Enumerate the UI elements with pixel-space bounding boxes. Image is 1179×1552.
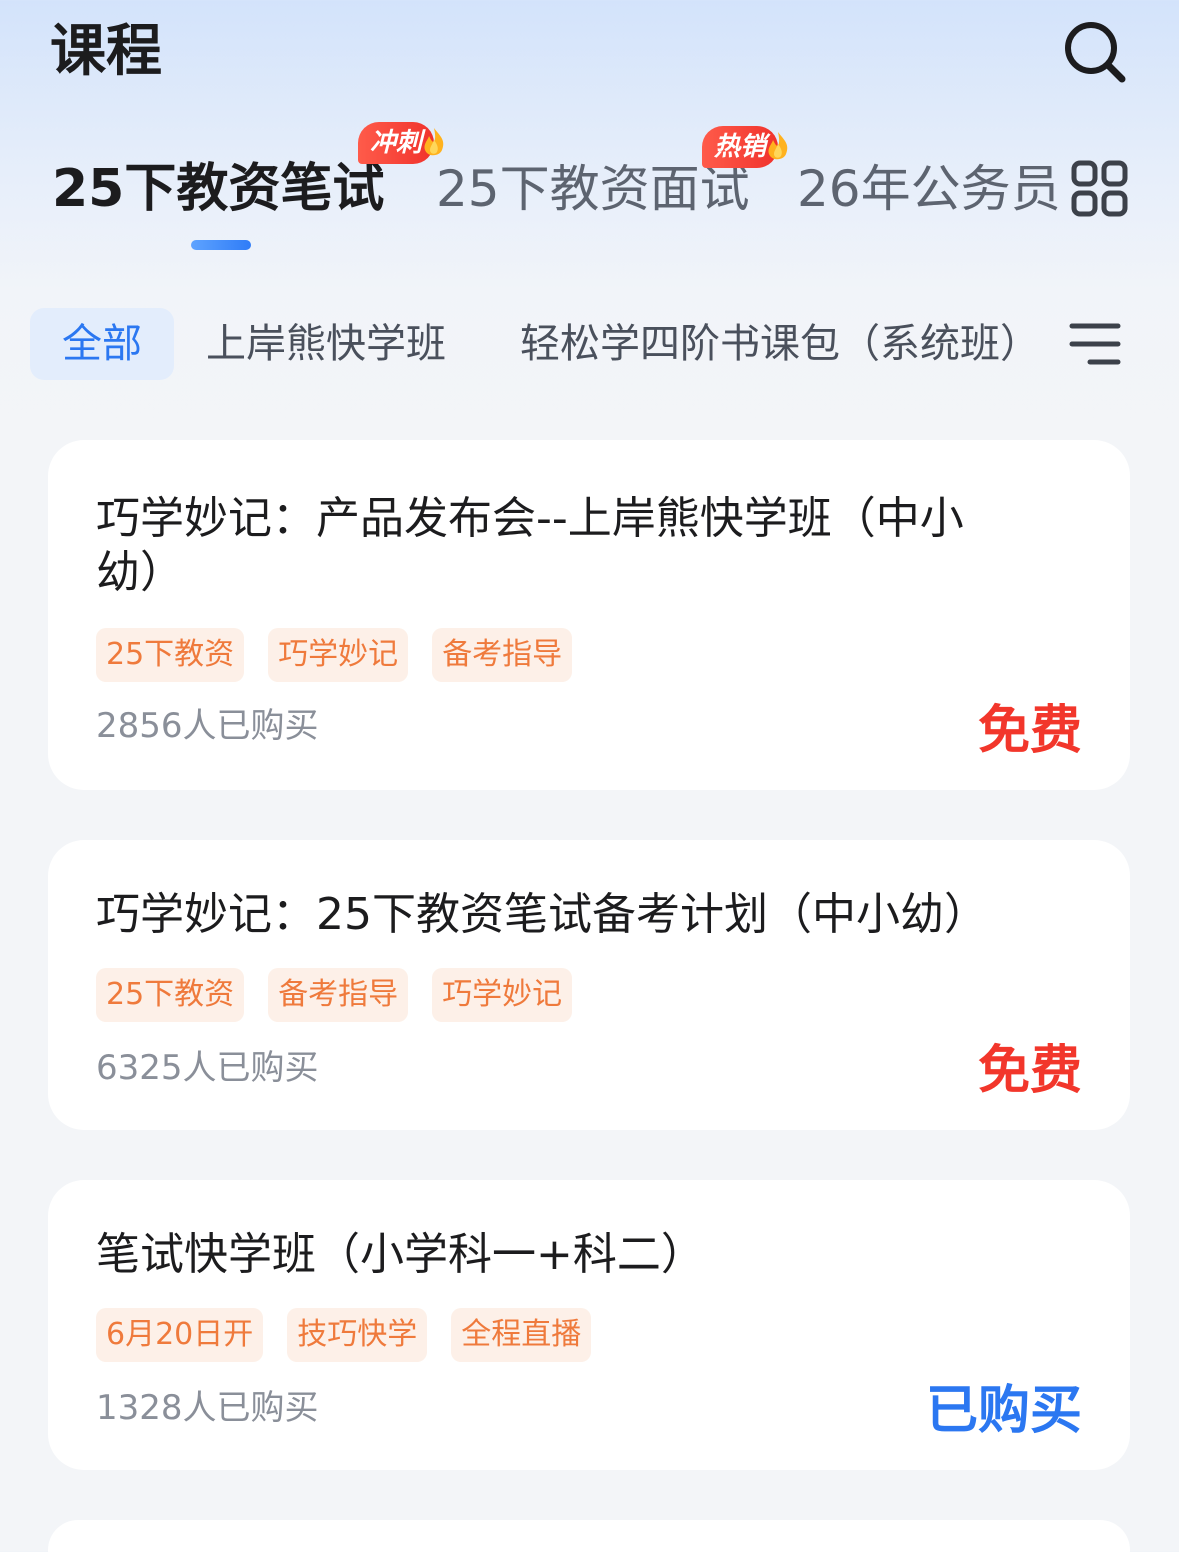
course-card[interactable]: 笔试快学班（小学科一+科二） 6月20日开 技巧快学 全程直播 1328人已购买… [48,1180,1130,1470]
course-title: 巧学妙记：25下教资笔试备考计划（中小幼） [96,889,988,940]
course-tag: 备考指导 [268,968,409,1022]
price-label: 免费 [977,701,1082,761]
course-tags: 6月20日开 技巧快学 全程直播 [96,1308,592,1362]
course-card[interactable]: 巧学妙记：产品发布会--上岸熊快学班（中小幼） 25下教资 巧学妙记 备考指导 … [48,440,1130,790]
flame-icon [424,128,444,156]
course-title: 笔试快学班（小学科一+科二） [96,1229,705,1280]
flame-icon [768,132,788,160]
sprint-badge: 冲刺 [358,122,444,164]
course-category-tabs: 25下教资笔试 25下教资面试 冲刺 26年公务员 热销 [0,120,1179,260]
search-icon[interactable] [1060,18,1130,88]
course-tag: 25下教资 [96,628,245,682]
hot-sale-badge: 热销 [702,126,788,168]
course-card[interactable]: 巧学妙记：25下教资笔试备考计划（中小幼） 25下教资 备考指导 巧学妙记 63… [48,840,1130,1130]
filter-chips: 全部 上岸熊快学班 轻松学四阶书课包（系统班） [0,306,1179,382]
course-tag: 25下教资 [96,968,245,1022]
hot-sale-badge-label: 热销 [714,132,767,162]
header: 课程 [0,0,1179,110]
course-tag: 全程直播 [451,1308,592,1362]
grid-icon[interactable] [1070,160,1130,218]
chip-qingsongxue[interactable]: 轻松学四阶书课包（系统班） [520,308,1040,380]
course-tags: 25下教资 备考指导 巧学妙记 [96,968,573,1022]
chip-shangan-xiong[interactable]: 上岸熊快学班 [206,308,446,380]
course-tag: 巧学妙记 [268,628,409,682]
chip-all[interactable]: 全部 [30,308,174,380]
page-title: 课程 [50,19,162,84]
course-title: 巧学妙记：产品发布会--上岸熊快学班（中小幼） [96,493,964,598]
course-tag: 6月20日开 [96,1308,264,1362]
course-tag: 巧学妙记 [432,968,573,1022]
price-label: 免费 [977,1041,1082,1101]
purchased-label: 已购买 [925,1381,1082,1441]
buyers-count: 1328人已购买 [96,1388,319,1428]
buyers-count: 6325人已购买 [96,1048,319,1088]
menu-icon[interactable] [1068,320,1122,370]
buyers-count: 2856人已购买 [96,706,319,746]
sprint-badge-label: 冲刺 [370,128,423,158]
active-tab-indicator [191,240,251,250]
course-tag: 备考指导 [432,628,573,682]
tab-26-gongwuyuan[interactable]: 26年公务员 [797,156,1061,222]
course-tag: 技巧快学 [287,1308,428,1362]
course-tags: 25下教资 巧学妙记 备考指导 [96,628,573,682]
course-card[interactable] [48,1520,1130,1552]
tab-25-xia-jiaozi-bishi[interactable]: 25下教资笔试 [52,156,384,222]
